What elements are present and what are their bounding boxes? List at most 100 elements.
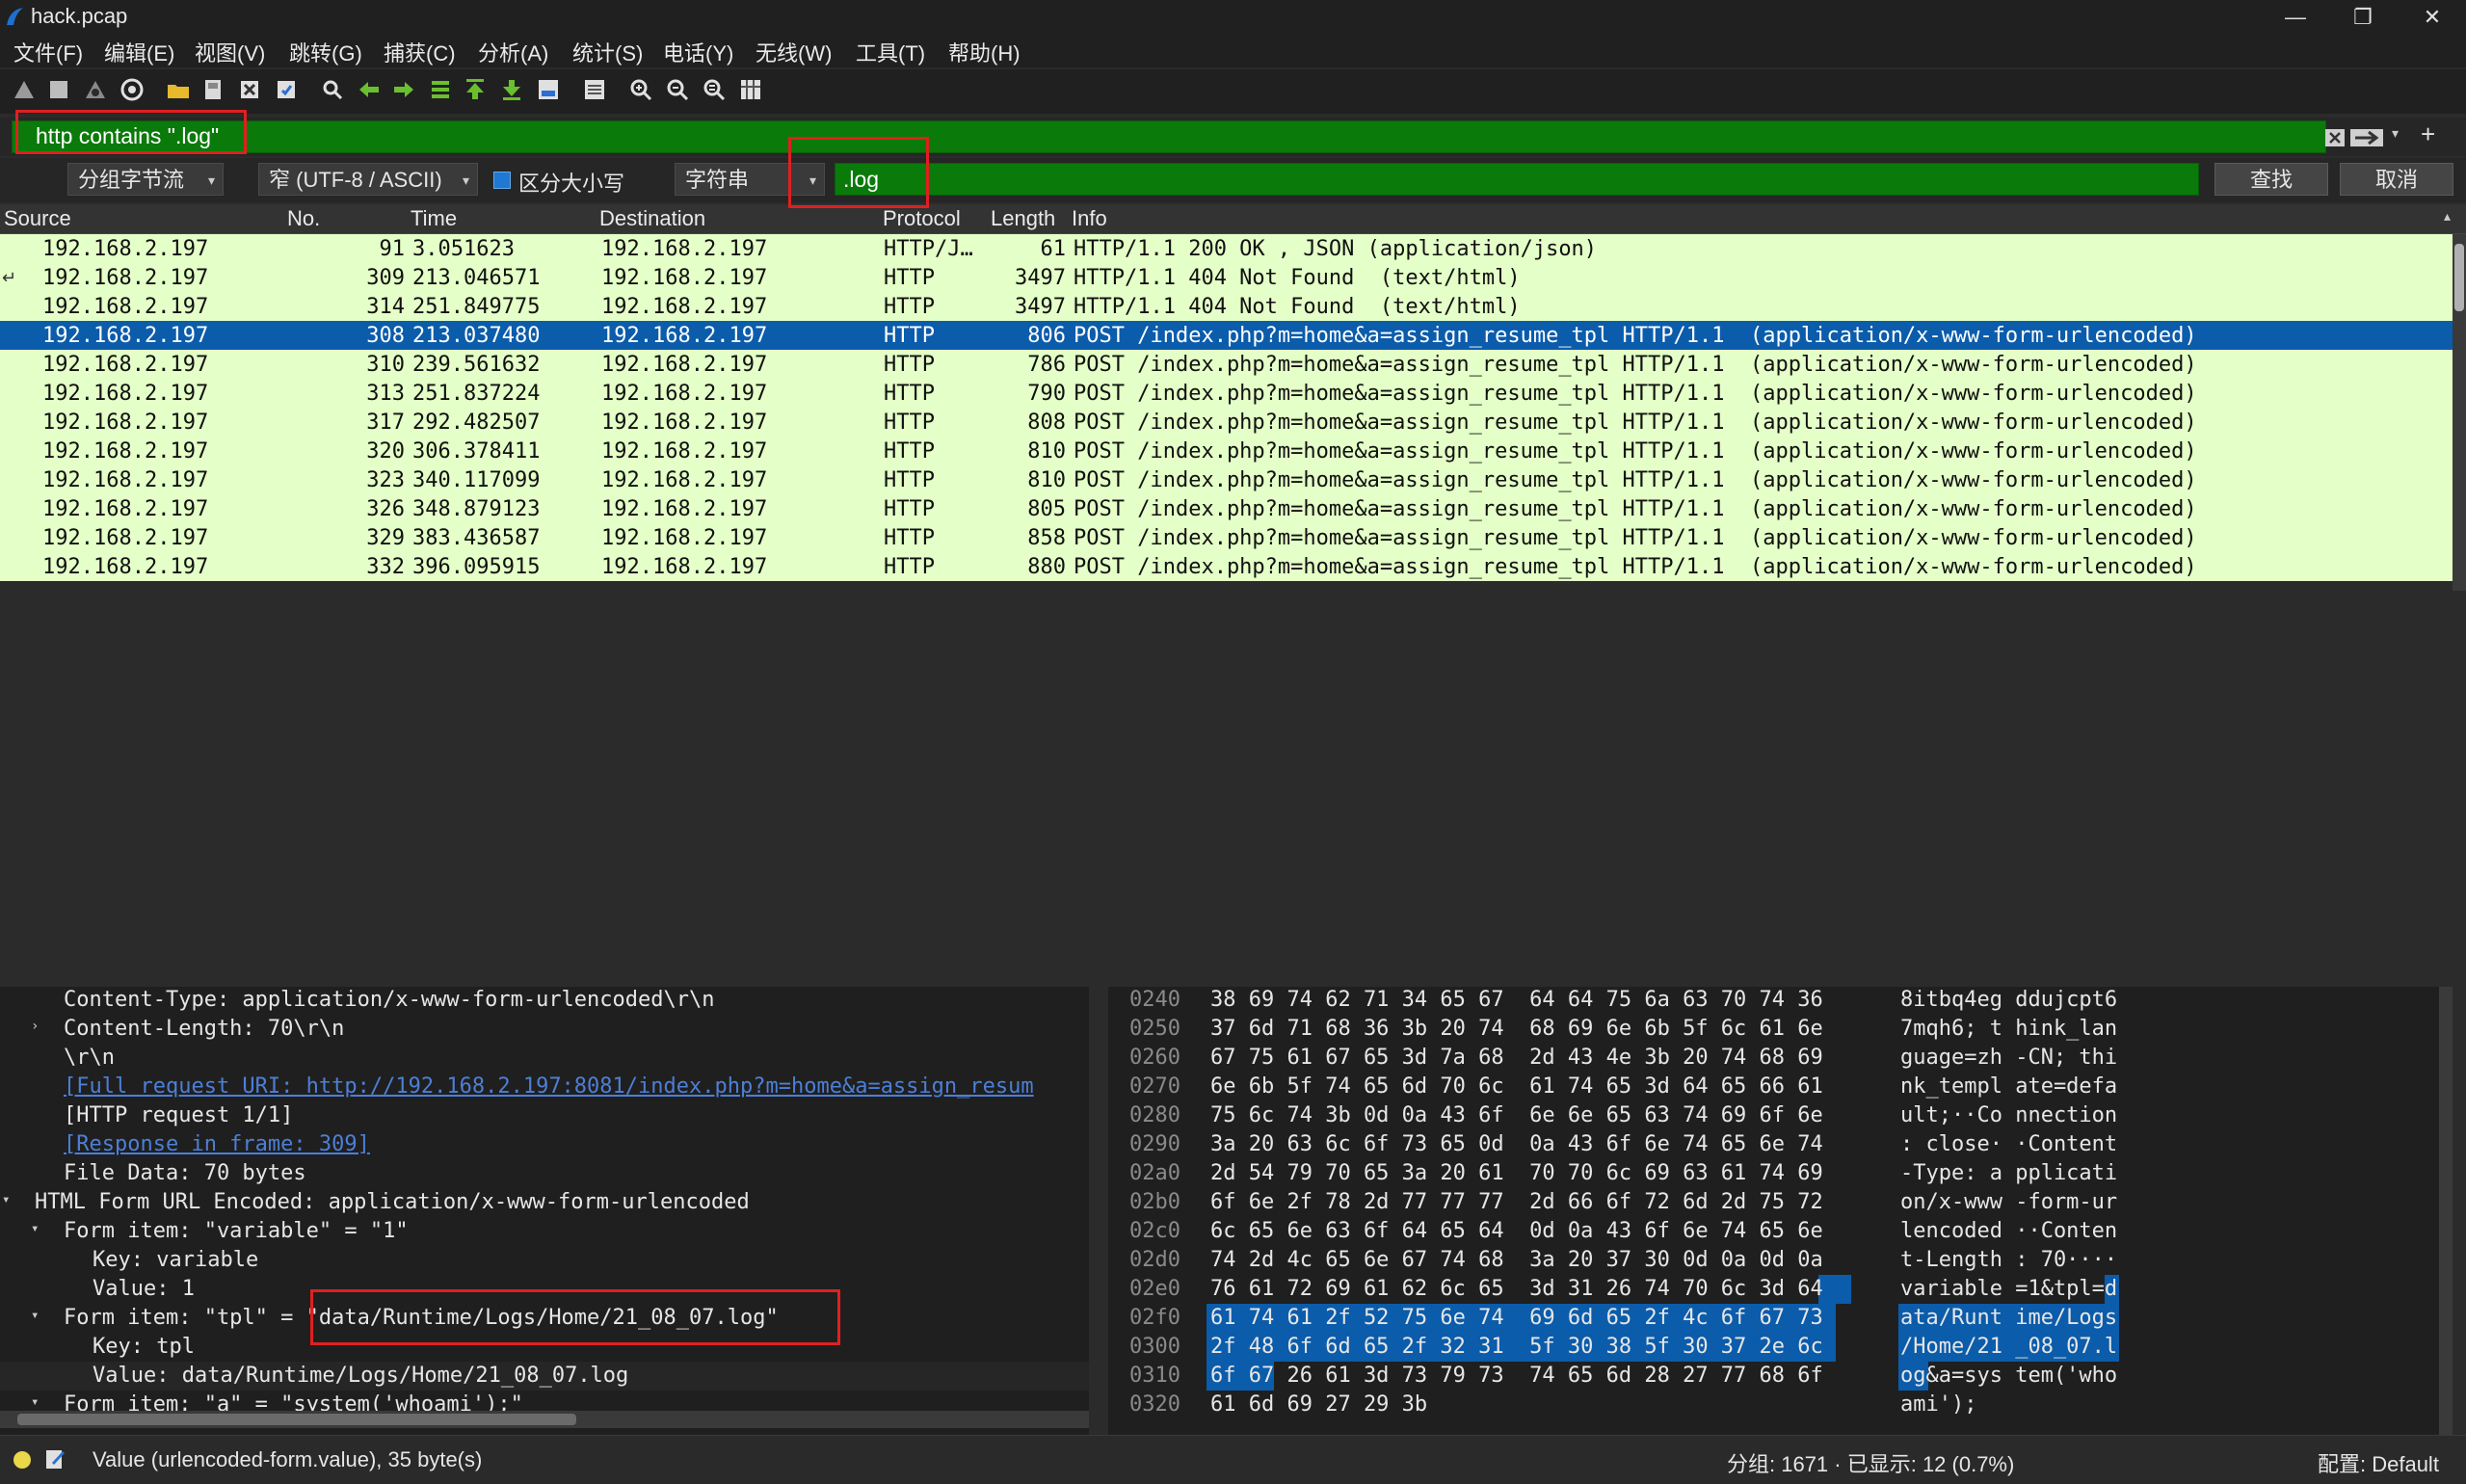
expand-arrow-icon[interactable]: ▾ — [2, 1192, 10, 1207]
detail-line[interactable]: Content-Type: application/x-www-form-url… — [0, 987, 1089, 1015]
cancel-button[interactable]: 取消 — [2340, 163, 2453, 196]
encoding-select[interactable]: 窄 (UTF-8 / ASCII) ▾ — [258, 163, 478, 196]
status-profile[interactable]: 配置: Default — [2318, 1447, 2439, 1478]
find-packet-icon[interactable] — [320, 77, 345, 102]
menu-wireless[interactable]: 无线(W) — [756, 37, 832, 67]
detail-line[interactable]: › Content-Length: 70\r\n — [0, 1015, 1089, 1044]
hex-line[interactable]: 0240 38 69 74 62 71 34 65 67 64 64 75 6a … — [1108, 987, 2453, 1015]
packet-row[interactable]: 192.168.2.197 313 251.837224 192.168.2.197 H… — [0, 379, 2453, 408]
restart-capture-icon[interactable] — [83, 77, 108, 102]
save-file-icon[interactable] — [200, 77, 225, 102]
display-filter-input[interactable]: http contains ".log" — [12, 120, 2326, 153]
autoscroll-icon[interactable] — [536, 77, 561, 102]
zoom-reset-icon[interactable] — [702, 77, 727, 102]
packet-row[interactable]: 192.168.2.197 326 348.879123 192.168.2.197 H… — [0, 494, 2453, 523]
detail-line[interactable]: ▾ Form item: "variable" = "1" — [0, 1217, 1089, 1246]
menu-statistics[interactable]: 统计(S) — [572, 37, 643, 67]
clear-filter-icon[interactable] — [2324, 127, 2346, 148]
menu-edit[interactable]: 编辑(E) — [104, 37, 174, 67]
pane-splitter[interactable] — [1091, 987, 1106, 1435]
packet-row[interactable]: 192.168.2.197 332 396.095915 192.168.2.197 H… — [0, 552, 2453, 581]
case-sensitive-checkbox[interactable] — [493, 172, 511, 189]
stop-capture-icon[interactable] — [46, 77, 71, 102]
menu-go[interactable]: 跳转(G) — [289, 37, 362, 67]
detail-line[interactable]: [HTTP request 1/1] — [0, 1101, 1089, 1130]
packet-row[interactable]: 192.168.2.197 91 3.051623 192.168.2.197 HTTP… — [0, 234, 2453, 263]
hex-line[interactable]: 0270 6e 6b 5f 74 65 6d 70 6c 61 74 65 3d … — [1108, 1073, 2453, 1101]
hex-line[interactable]: 02f0 61 74 61 2f 52 75 6e 74 69 6d 65 2f … — [1108, 1304, 2453, 1333]
packet-row[interactable]: 192.168.2.197 323 340.117099 192.168.2.197 H… — [0, 465, 2453, 494]
restore-button[interactable]: ❐ — [2334, 2, 2392, 33]
hex-line[interactable]: 0320 61 6d 69 27 29 3b ami'); — [1108, 1391, 2453, 1419]
go-back-icon[interactable] — [357, 77, 382, 102]
go-last-packet-icon[interactable] — [499, 77, 524, 102]
hex-line[interactable]: 0260 67 75 61 67 65 3d 7a 68 2d 43 4e 3b … — [1108, 1044, 2453, 1073]
go-first-packet-icon[interactable] — [463, 77, 488, 102]
detail-line[interactable]: [Full request URI: http://192.168.2.197:… — [0, 1073, 1089, 1101]
hex-line[interactable]: 0310 6f 67 26 61 3d 73 79 73 74 65 6d 28 … — [1108, 1362, 2453, 1391]
detail-line[interactable]: \r\n — [0, 1044, 1089, 1073]
shark-fin-start-icon[interactable] — [12, 77, 37, 102]
hex-line[interactable]: 02a0 2d 54 79 70 65 3a 20 61 70 70 6c 69 … — [1108, 1159, 2453, 1188]
filter-history-chevron-icon[interactable]: ▾ — [2392, 125, 2399, 142]
search-scope-select[interactable]: 分组字节流 ▾ — [67, 163, 224, 196]
col-time[interactable]: Time — [411, 206, 457, 231]
close-file-icon[interactable] — [237, 77, 262, 102]
zoom-in-icon[interactable] — [628, 77, 653, 102]
open-file-icon[interactable] — [166, 77, 191, 102]
detail-line[interactable]: Key: variable — [0, 1246, 1089, 1275]
menu-help[interactable]: 帮助(H) — [948, 37, 1021, 67]
hex-line[interactable]: 0280 75 6c 74 3b 0d 0a 43 6f 6e 6e 65 63 … — [1108, 1101, 2453, 1130]
menu-telephony[interactable]: 电话(Y) — [663, 37, 733, 67]
packet-list-scrollbar[interactable] — [2453, 234, 2466, 591]
menu-file[interactable]: 文件(F) — [13, 37, 83, 67]
menu-capture[interactable]: 捕获(C) — [384, 37, 456, 67]
detail-line[interactable]: File Data: 70 bytes — [0, 1159, 1089, 1188]
packet-row[interactable]: 192.168.2.197 317 292.482507 192.168.2.197 H… — [0, 408, 2453, 437]
hscroll-thumb[interactable] — [17, 1414, 576, 1425]
reload-file-icon[interactable] — [274, 77, 299, 102]
hex-line[interactable]: 0250 37 6d 71 68 36 3b 20 74 68 69 6e 6b … — [1108, 1015, 2453, 1044]
close-button[interactable]: ✕ — [2403, 2, 2461, 33]
detail-line[interactable]: ▾ HTML Form URL Encoded: application/x-ww… — [0, 1188, 1089, 1217]
detail-line[interactable]: [Response in frame: 309] — [0, 1130, 1089, 1159]
scrollbar-thumb[interactable] — [2454, 244, 2464, 311]
packet-row[interactable]: 192.168.2.197 329 383.436587 192.168.2.197 H… — [0, 523, 2453, 552]
hex-line[interactable]: 02b0 6f 6e 2f 78 2d 77 77 77 2d 66 6f 72 … — [1108, 1188, 2453, 1217]
bytes-scrollbar[interactable] — [2439, 987, 2453, 1435]
col-source[interactable]: Source — [4, 206, 71, 231]
packet-row[interactable]: 192.168.2.197 308 213.037480 192.168.2.197 H… — [0, 321, 2453, 350]
expert-info-indicator-icon[interactable] — [13, 1451, 31, 1469]
col-info[interactable]: Info — [1072, 206, 1107, 231]
apply-filter-icon[interactable] — [2349, 127, 2384, 148]
colorize-icon[interactable] — [582, 77, 607, 102]
add-filter-button[interactable]: + — [2421, 119, 2435, 149]
capture-options-icon[interactable] — [119, 77, 145, 102]
col-protocol[interactable]: Protocol — [883, 206, 961, 231]
search-string-input[interactable]: .log — [835, 163, 2199, 196]
packet-row[interactable]: 192.168.2.197 309 213.046571 192.168.2.197 H… — [0, 263, 2453, 292]
hex-line[interactable]: 02e0 76 61 72 69 61 62 6c 65 3d 31 26 74 … — [1108, 1275, 2453, 1304]
go-forward-icon[interactable] — [391, 77, 416, 102]
edit-comment-icon[interactable] — [44, 1447, 66, 1471]
find-button[interactable]: 查找 — [2214, 163, 2328, 196]
hex-line[interactable]: 02c0 6c 65 6e 63 6f 64 65 64 0d 0a 43 6f … — [1108, 1217, 2453, 1246]
detail-line[interactable]: Value: data/Runtime/Logs/Home/21_08_07.l… — [0, 1362, 1089, 1391]
menu-analyze[interactable]: 分析(A) — [478, 37, 548, 67]
collapsed-arrow-icon[interactable]: › — [31, 1019, 39, 1034]
packet-row[interactable]: 192.168.2.197 314 251.849775 192.168.2.197 H… — [0, 292, 2453, 321]
expand-arrow-icon[interactable]: ▾ — [31, 1394, 39, 1410]
col-destination[interactable]: Destination — [599, 206, 705, 231]
menu-view[interactable]: 视图(V) — [195, 37, 265, 67]
packet-row[interactable]: 192.168.2.197 320 306.378411 192.168.2.197 H… — [0, 437, 2453, 465]
details-hscrollbar[interactable] — [0, 1411, 1089, 1428]
minimize-button[interactable]: — — [2267, 2, 2324, 33]
col-no[interactable]: No. — [287, 206, 320, 231]
zoom-out-icon[interactable] — [665, 77, 690, 102]
expand-arrow-icon[interactable]: ▾ — [31, 1221, 39, 1236]
menu-tools[interactable]: 工具(T) — [856, 37, 925, 67]
hex-line[interactable]: 02d0 74 2d 4c 65 6e 67 74 68 3a 20 37 30 … — [1108, 1246, 2453, 1275]
resize-columns-icon[interactable] — [738, 77, 763, 102]
hex-line[interactable]: 0290 3a 20 63 6c 6f 73 65 0d 0a 43 6f 6e … — [1108, 1130, 2453, 1159]
expand-arrow-icon[interactable]: ▾ — [31, 1308, 39, 1323]
